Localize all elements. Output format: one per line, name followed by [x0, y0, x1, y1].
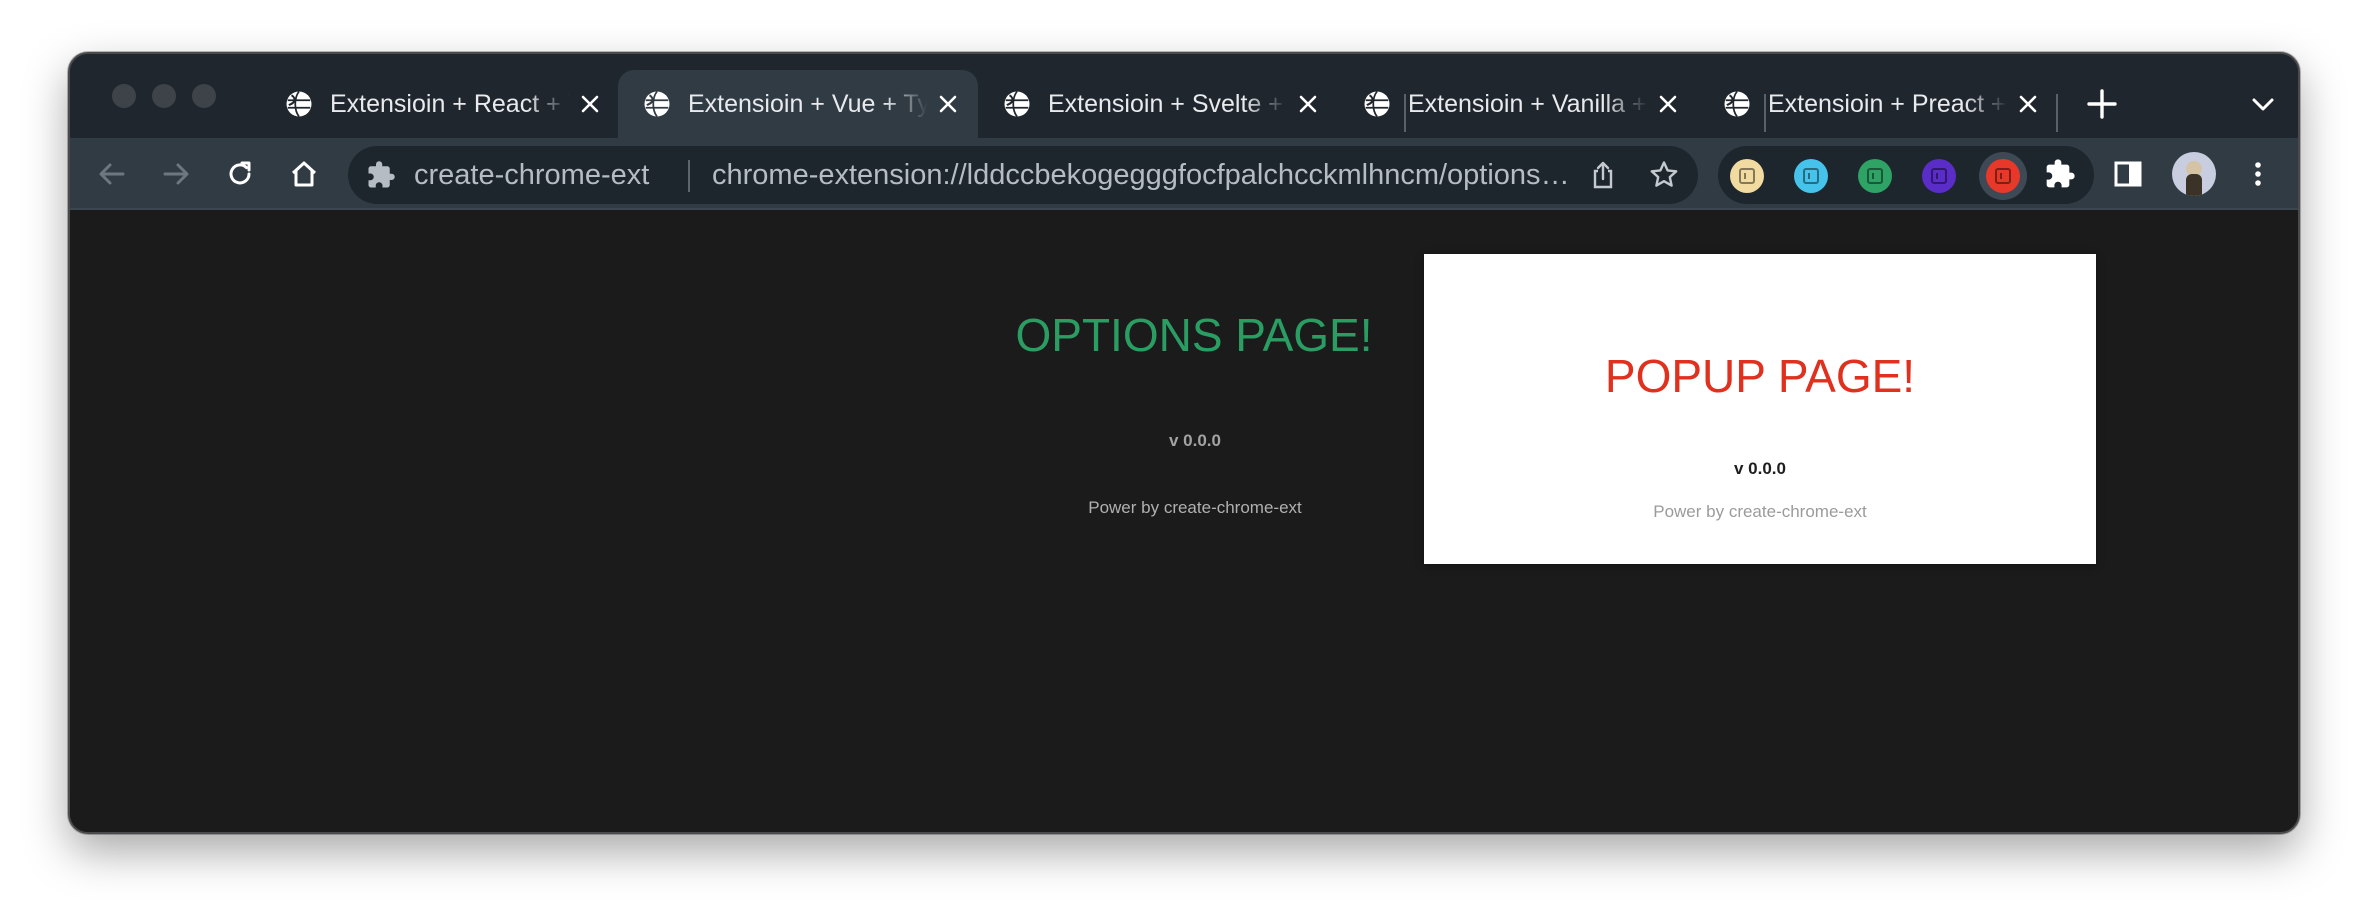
address-bar[interactable]: create-chrome-ext chrome-extension://ldd… — [348, 146, 1698, 204]
tab-vue[interactable]: Extensioin + Vue + TypeScript — [618, 70, 978, 138]
tab-title: Extensioin + Vanilla + TypeScript — [1408, 89, 1648, 118]
tab-react[interactable]: Extensioin + React + TypeScript — [260, 70, 620, 138]
window-controls — [112, 84, 216, 108]
omnibox-divider — [688, 160, 690, 192]
bookmark-star-icon[interactable] — [1648, 159, 1680, 191]
chevron-down-icon[interactable] — [2248, 92, 2278, 118]
close-tab-icon[interactable] — [1654, 90, 1682, 118]
globe-icon — [644, 90, 670, 118]
tab-vanilla[interactable]: Extensioin + Vanilla + TypeScript — [1338, 70, 1698, 138]
globe-icon — [1724, 90, 1750, 118]
browser-window: Extensioin + React + TypeScript Extensio… — [68, 52, 2300, 834]
browser-toolbar: create-chrome-ext chrome-extension://ldd… — [70, 138, 2298, 210]
typescript-ext-icon[interactable] — [1794, 159, 1828, 193]
new-tab-plus-icon[interactable] — [2084, 86, 2120, 122]
popup-power-by: Power by create-chrome-ext — [1653, 502, 1867, 521]
more-menu-icon[interactable] — [2240, 156, 2276, 192]
vite-ext-icon[interactable] — [1922, 159, 1956, 193]
tab-svelte[interactable]: Extensioin + Svelte + TypeScript — [978, 70, 1338, 138]
extensions-puzzle-icon[interactable] — [2042, 156, 2078, 192]
close-tab-icon[interactable] — [2014, 90, 2042, 118]
profile-avatar[interactable] — [2172, 152, 2216, 196]
home-icon[interactable] — [286, 156, 322, 192]
side-panel-icon[interactable] — [2110, 156, 2146, 192]
close-tab-icon[interactable] — [576, 90, 604, 118]
tab-title: Extensioin + React + TypeScript — [330, 89, 570, 118]
share-icon[interactable] — [1588, 160, 1618, 190]
puzzle-icon — [368, 161, 395, 188]
back-arrow-icon[interactable] — [94, 156, 130, 192]
forward-arrow-icon[interactable] — [158, 156, 194, 192]
tab-strip: Extensioin + React + TypeScript Extensio… — [70, 54, 2298, 138]
globe-icon — [1004, 90, 1030, 118]
react-ext-icon[interactable] — [1730, 159, 1764, 193]
reload-icon[interactable] — [222, 156, 258, 192]
popup-version: v 0.0.0 — [1734, 459, 1786, 478]
url-text[interactable]: chrome-extension://lddccbekogegggfocfpal… — [712, 159, 1572, 192]
close-tab-icon[interactable] — [1294, 90, 1322, 118]
svelte-ext-icon[interactable] — [1986, 159, 2020, 193]
close-window-button[interactable] — [112, 84, 136, 108]
close-tab-icon[interactable] — [934, 90, 962, 118]
vue-ext-icon[interactable] — [1858, 159, 1892, 193]
tab-title: Extensioin + Svelte + TypeScript — [1048, 89, 1288, 118]
extension-origin-label: create-chrome-ext — [414, 159, 650, 191]
extension-popup: POPUP PAGE! v 0.0.0 Power by create-chro… — [1424, 254, 2096, 564]
tab-separator — [2056, 94, 2058, 132]
tab-title: Extensioin + Vue + TypeScript — [688, 89, 928, 118]
maximize-window-button[interactable] — [192, 84, 216, 108]
tab-preact[interactable]: Extensioin + Preact + TypeScript — [1698, 70, 2058, 138]
popup-title: POPUP PAGE! — [1604, 350, 1916, 402]
globe-icon — [286, 90, 312, 118]
minimize-window-button[interactable] — [152, 84, 176, 108]
tab-title: Extensioin + Preact + TypeScript — [1768, 89, 2008, 118]
globe-icon — [1364, 90, 1390, 118]
extensions-group — [1718, 146, 2094, 204]
